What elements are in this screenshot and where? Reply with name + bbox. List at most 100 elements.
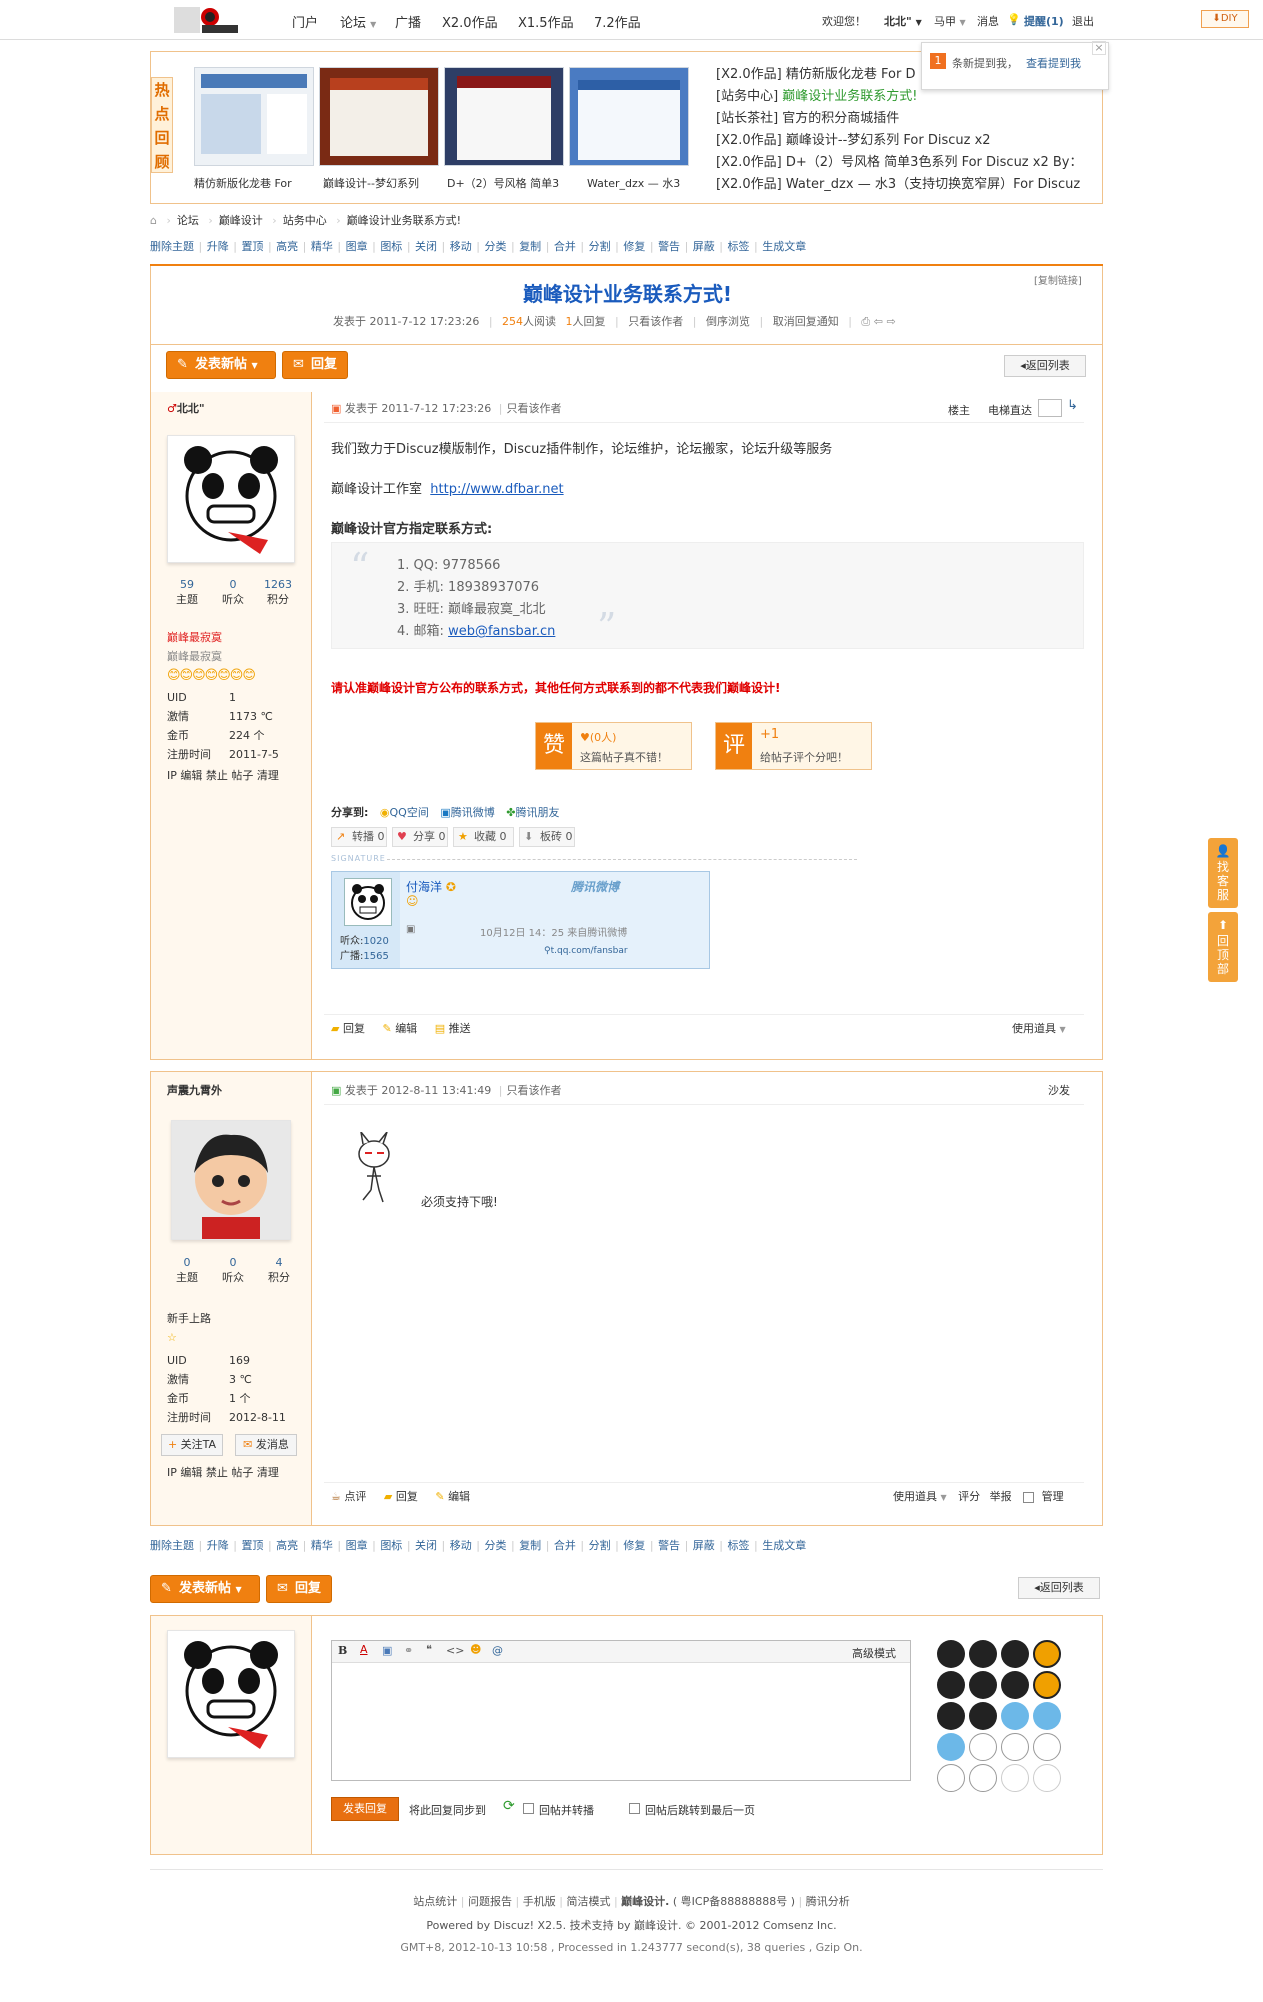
admin-links[interactable]: IP 编辑 禁止 帖子 清理 bbox=[167, 766, 279, 785]
weibo-card[interactable]: 听众:1020 广播:1565 付海洋 ✪ ☺ 腾讯微博 ▣ 10月12日 14… bbox=[331, 871, 710, 969]
reply-button[interactable]: ✉ 回复 bbox=[266, 1575, 332, 1603]
avatar[interactable] bbox=[171, 1120, 291, 1240]
mod-stick[interactable]: 置顶 bbox=[241, 1539, 263, 1552]
post-2-author[interactable]: 声震九霄外 bbox=[167, 1082, 222, 1098]
messages-link[interactable]: 消息 bbox=[977, 13, 999, 29]
footer-simple-link[interactable]: 简洁模式 bbox=[566, 1895, 610, 1908]
mod-delete[interactable]: 删除主题 bbox=[150, 240, 194, 253]
edit-action[interactable]: ✎ 编辑 bbox=[382, 1022, 417, 1035]
next-thread-icon[interactable]: ⇨ bbox=[886, 315, 895, 328]
reply-action[interactable]: ▰ 回复 bbox=[384, 1490, 418, 1503]
mod-stick[interactable]: 置顶 bbox=[241, 240, 263, 253]
new-post-button[interactable]: ✎ 发表新帖 ▼ bbox=[166, 351, 276, 379]
mod-highlight[interactable]: 高亮 bbox=[276, 240, 298, 253]
mod-merge[interactable]: 合并 bbox=[554, 1539, 576, 1552]
mod-close[interactable]: 关闭 bbox=[415, 1539, 437, 1552]
stat-listeners[interactable]: 0 听众 bbox=[213, 578, 253, 607]
mod-warn[interactable]: 警告 bbox=[658, 240, 680, 253]
hot-thumb-2[interactable] bbox=[319, 67, 439, 166]
mod-close[interactable]: 关闭 bbox=[415, 240, 437, 253]
mod-move[interactable]: 移动 bbox=[450, 240, 472, 253]
rate-button[interactable]: 评 +1 给帖子评个分吧！ bbox=[715, 722, 872, 770]
mod-tag[interactable]: 标签 bbox=[728, 1539, 750, 1552]
mod-split[interactable]: 分割 bbox=[589, 240, 611, 253]
back-to-list-button[interactable]: ◂返回列表 bbox=[1004, 355, 1086, 377]
mod-bump[interactable]: 升降 bbox=[207, 1539, 229, 1552]
user-group[interactable]: 新手上路 bbox=[167, 1309, 211, 1328]
emoticon[interactable] bbox=[969, 1671, 997, 1699]
message-button[interactable]: ✉ 发消息 bbox=[235, 1434, 297, 1456]
only-author-link[interactable]: 只看该作者 bbox=[506, 1084, 561, 1097]
forward-checkbox[interactable] bbox=[523, 1803, 534, 1814]
only-author-link[interactable]: 只看该作者 bbox=[628, 315, 683, 328]
notice-link[interactable]: 查看提到我 bbox=[1026, 55, 1081, 71]
breadcrumb-item[interactable]: 论坛 bbox=[177, 214, 199, 227]
share-qzone[interactable]: ◉QQ空间 bbox=[380, 806, 429, 819]
dislike-button[interactable]: ⬇ 板砖 0 bbox=[519, 827, 575, 847]
hot-thumb-1[interactable] bbox=[194, 67, 314, 166]
mod-article[interactable]: 生成文章 bbox=[762, 1539, 806, 1552]
emoticon[interactable] bbox=[1033, 1702, 1061, 1730]
push-action[interactable]: ▤ 推送 bbox=[435, 1022, 471, 1035]
hot-thumb-caption[interactable]: 巅峰设计--梦幻系列 bbox=[323, 175, 443, 191]
emoticon[interactable] bbox=[937, 1733, 965, 1761]
emoticon[interactable] bbox=[1001, 1764, 1029, 1792]
nav-x20[interactable]: X2.0作品 bbox=[442, 12, 498, 31]
emoticon[interactable] bbox=[1033, 1640, 1061, 1668]
emoticon[interactable] bbox=[937, 1640, 965, 1668]
logout-link[interactable]: 退出 bbox=[1072, 13, 1094, 29]
alt-account[interactable]: 马甲 ▼ bbox=[934, 13, 966, 29]
user-menu[interactable]: 北北" ▼ bbox=[884, 13, 922, 29]
site-url-link[interactable]: http://www.dfbar.net bbox=[430, 482, 563, 497]
back-to-list-button[interactable]: ◂返回列表 bbox=[1018, 1577, 1100, 1599]
follow-button[interactable]: + 关注TA bbox=[161, 1434, 223, 1456]
mod-merge[interactable]: 合并 bbox=[554, 240, 576, 253]
footer-stats-link[interactable]: 站点统计 bbox=[413, 1895, 457, 1908]
mod-ban[interactable]: 屏蔽 bbox=[693, 1539, 715, 1552]
emoticon[interactable] bbox=[969, 1702, 997, 1730]
back-to-top-button[interactable]: ⬆ 回顶部 bbox=[1208, 912, 1238, 982]
emoticon[interactable] bbox=[937, 1702, 965, 1730]
at-icon[interactable]: @ bbox=[492, 1644, 503, 1657]
footer-brand[interactable]: 巅峰设计. bbox=[621, 1895, 669, 1908]
mod-digest[interactable]: 精华 bbox=[311, 1539, 333, 1552]
emoticon[interactable] bbox=[1001, 1640, 1029, 1668]
reply-button[interactable]: ✉ 回复 bbox=[282, 351, 348, 379]
reply-textarea[interactable] bbox=[332, 1663, 910, 1780]
avatar[interactable] bbox=[167, 435, 295, 563]
emoticon[interactable] bbox=[1001, 1671, 1029, 1699]
emoticon[interactable] bbox=[1001, 1733, 1029, 1761]
weibo-url[interactable]: ⚲t.qq.com/fansbar bbox=[544, 946, 628, 956]
email-link[interactable]: web@fansbar.cn bbox=[448, 624, 555, 639]
emoticon[interactable] bbox=[1033, 1764, 1061, 1792]
site-logo[interactable] bbox=[172, 3, 242, 37]
home-icon[interactable]: ⌂ bbox=[150, 214, 157, 227]
nav-72[interactable]: 7.2作品 bbox=[594, 12, 641, 31]
footer-analysis-link[interactable]: 腾讯分析 bbox=[806, 1895, 850, 1908]
hot-thumb-caption[interactable]: D+（2）号风格 简单3 bbox=[447, 175, 567, 191]
tools-menu[interactable]: 使用道具 ▼ bbox=[893, 1490, 947, 1503]
code-icon[interactable]: <> bbox=[446, 1644, 464, 1657]
advanced-mode-link[interactable]: 高级模式 bbox=[852, 1645, 896, 1661]
stat-points[interactable]: 4 积分 bbox=[259, 1256, 299, 1285]
nav-broadcast[interactable]: 广播 bbox=[395, 12, 421, 31]
emoticon[interactable] bbox=[969, 1640, 997, 1668]
stat-points[interactable]: 1263 积分 bbox=[255, 578, 301, 607]
weibo-avatar[interactable] bbox=[344, 878, 392, 926]
tools-menu[interactable]: 使用道具 ▼ bbox=[1012, 1020, 1066, 1036]
mod-move[interactable]: 移动 bbox=[450, 1539, 472, 1552]
emoticon[interactable] bbox=[1001, 1702, 1029, 1730]
hot-list-item[interactable]: [站长茶社] 官方的积分商城插件 bbox=[716, 108, 1096, 130]
stat-listeners[interactable]: 0 听众 bbox=[213, 1256, 253, 1285]
reply-action[interactable]: ▰ 回复 bbox=[331, 1022, 365, 1035]
like-button[interactable]: 赞 ♥(0人) 这篇帖子真不错！ bbox=[535, 722, 692, 770]
share-friends[interactable]: ✤腾讯朋友 bbox=[506, 806, 559, 819]
report-link[interactable]: 举报 bbox=[990, 1490, 1012, 1503]
edit-action[interactable]: ✎ 编辑 bbox=[435, 1490, 470, 1503]
font-color-icon[interactable]: A bbox=[360, 1643, 368, 1656]
submit-reply-button[interactable]: 发表回复 bbox=[331, 1797, 399, 1821]
share-tweibo[interactable]: ▣腾讯微博 bbox=[440, 806, 494, 819]
mod-ban[interactable]: 屏蔽 bbox=[693, 240, 715, 253]
link-icon[interactable]: ⚭ bbox=[404, 1644, 413, 1657]
mod-bump[interactable]: 升降 bbox=[207, 240, 229, 253]
